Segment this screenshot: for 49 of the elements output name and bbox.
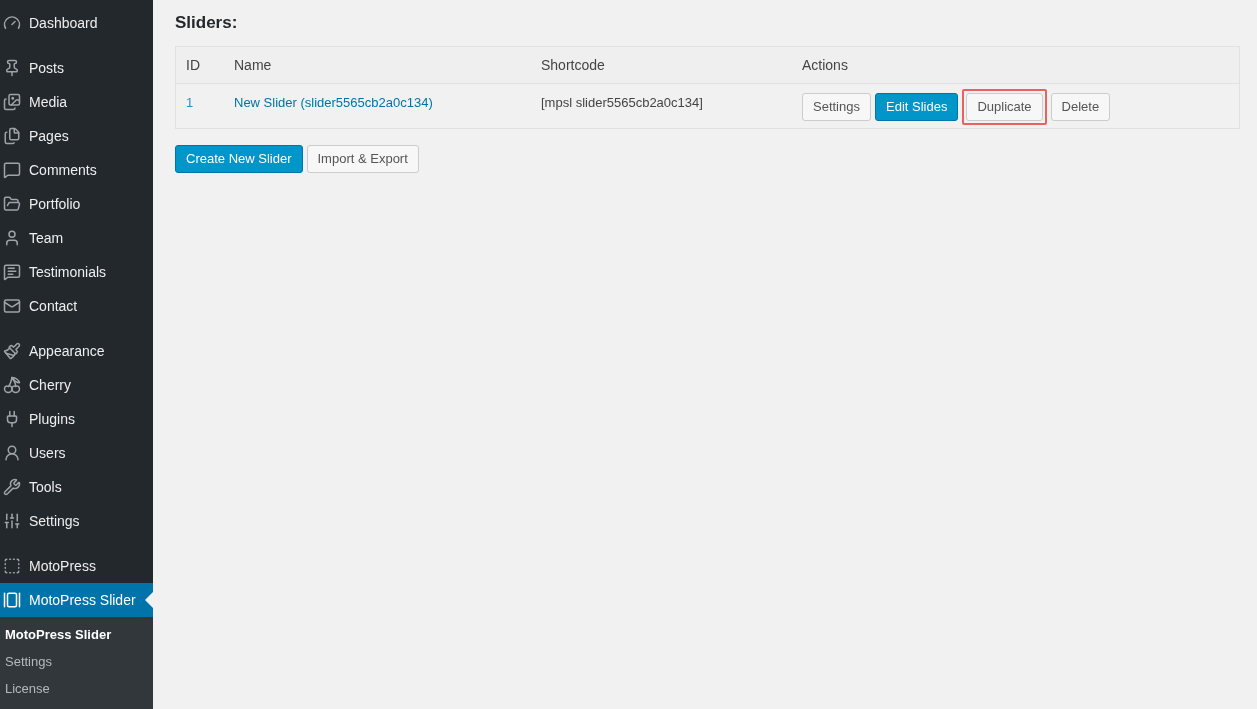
slider-icon [3,591,21,609]
pin-icon [3,59,21,77]
pages-icon [3,127,21,145]
sidebar-item[interactable]: MotoPress Slider [0,583,153,617]
speech-bubble-icon [3,161,21,179]
column-header: ID [185,55,201,75]
sidebar-item[interactable]: Media [0,85,153,119]
sidebar-item[interactable]: Portfolio [0,187,153,221]
sidebar-item[interactable]: Pages [0,119,153,153]
cherry-icon [3,376,21,394]
sidebar-item[interactable]: Users [0,436,153,470]
sidebar-item[interactable]: Settings [0,504,153,538]
person-icon [3,229,21,247]
message-icon [3,263,21,281]
sidebar-item[interactable]: Plugins [0,402,153,436]
column-header: Name [234,55,273,75]
secondary-button[interactable]: Duplicate [966,92,1043,121]
submenu-item[interactable]: License [0,675,153,702]
secondary-button[interactable]: Import & Export [306,145,419,173]
sidebar-item[interactable]: Cherry [0,368,153,402]
sidebar-item[interactable]: Testimonials [0,255,153,289]
sidebar-item[interactable]: Appearance [0,334,153,368]
media-icon [3,93,21,111]
current-pointer-icon [145,592,153,608]
submenu-item[interactable]: MotoPress Slider [0,621,153,648]
paintbrush-icon [3,342,21,360]
submenu-item[interactable]: Settings [0,648,153,675]
sidebar-item[interactable]: Dashboard [0,6,153,40]
column-header: Shortcode [541,55,606,75]
page-title: Sliders: [175,12,239,34]
sidebar-item[interactable]: Posts [0,51,153,85]
dashboard-gauge-icon [3,14,21,32]
table-cell-text: 1 [185,94,195,112]
table-cell-text: [mpsl slider5565cb2a0c134] [541,94,704,112]
secondary-button[interactable]: Settings [802,92,871,121]
wrench-icon [3,478,21,496]
sidebar-item[interactable]: Tools [0,470,153,504]
column-header: Actions [802,55,848,75]
sidebar-item[interactable]: Team [0,221,153,255]
sidebar-item[interactable]: Contact [0,289,153,323]
folder-icon [3,195,21,213]
slider-name-link[interactable]: New Slider (slider5565cb2a0c134) [234,84,541,113]
user-icon [3,444,21,462]
secondary-button[interactable]: Delete [1050,92,1111,121]
envelope-icon [3,297,21,315]
sliders-icon [3,512,21,530]
sidebar-item[interactable]: MotoPress [0,549,153,583]
square-frame-icon [3,557,21,575]
sidebar-item[interactable]: Comments [0,153,153,187]
